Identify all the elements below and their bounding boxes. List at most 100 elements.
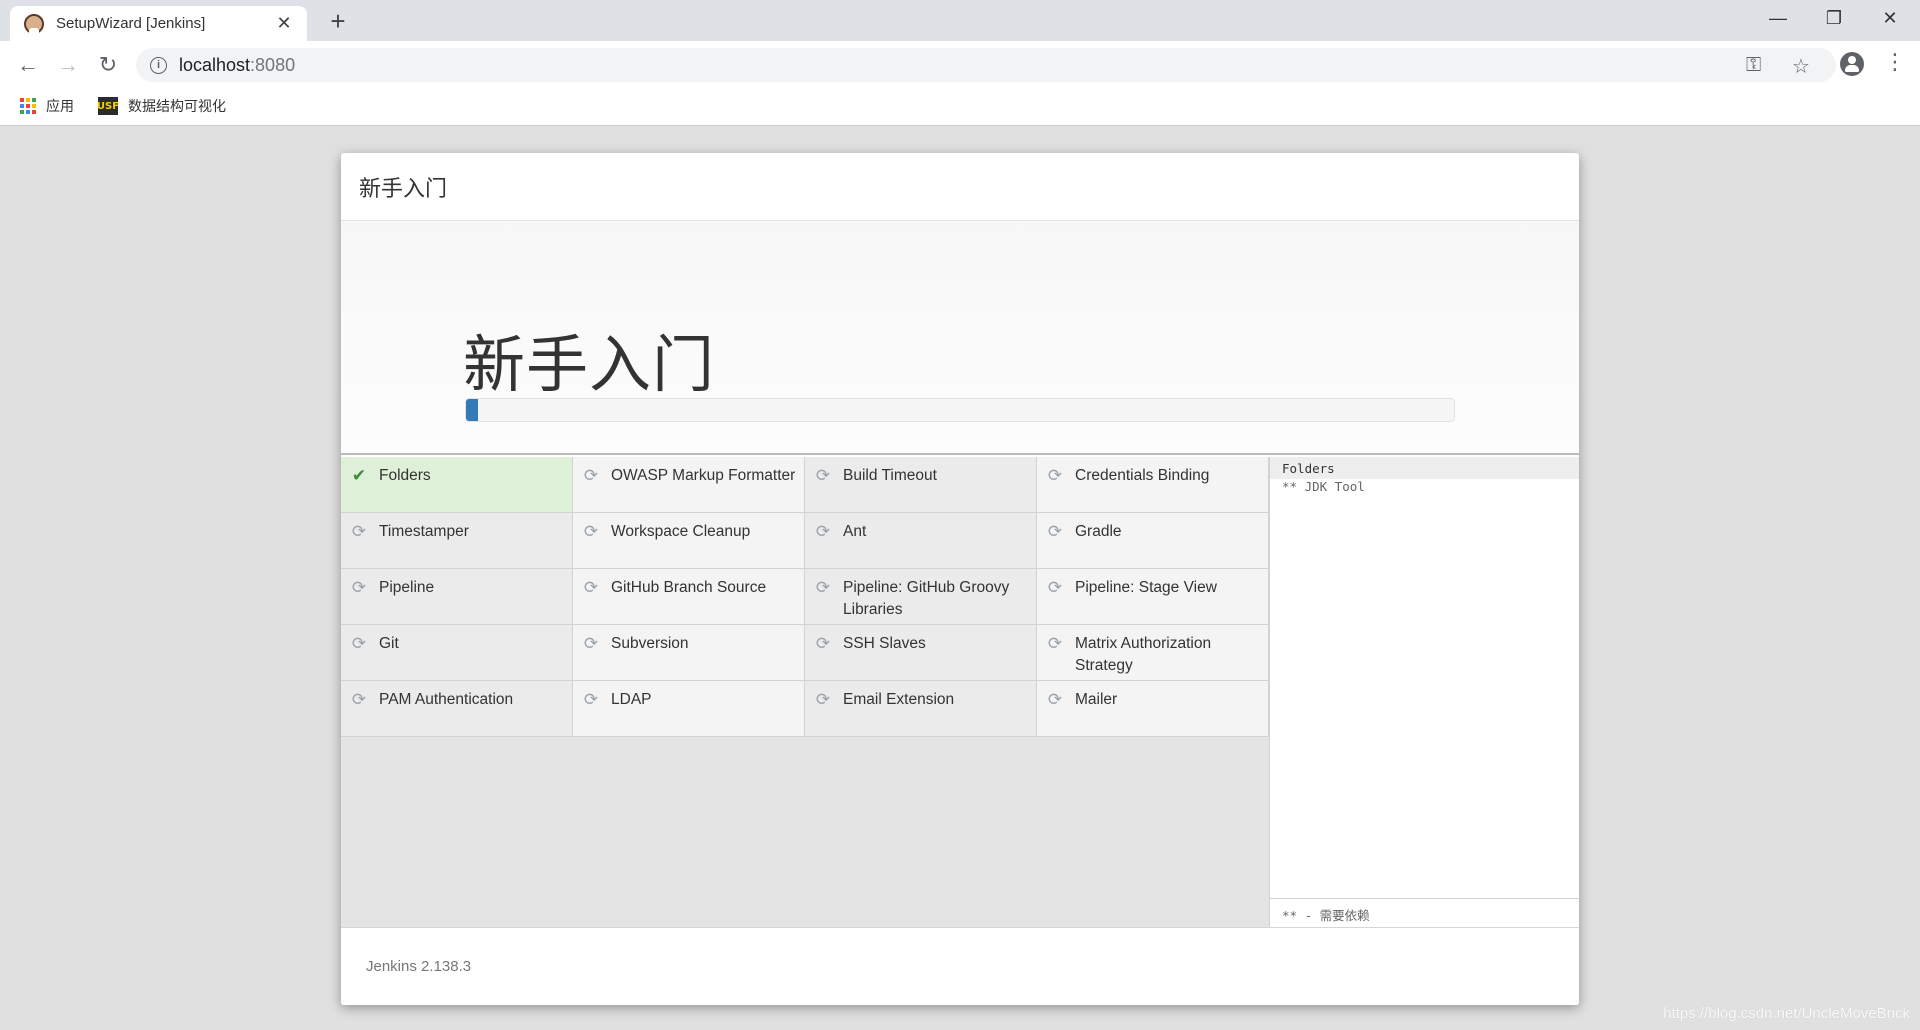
plugin-name: Build Timeout bbox=[843, 467, 937, 484]
install-log-panel: Folders ** JDK Tool ** - 需要依赖 bbox=[1269, 457, 1579, 927]
plugin-item: ⟳ PAM Authentication bbox=[341, 681, 573, 737]
hero-title: 新手入门 bbox=[463, 331, 716, 400]
key-icon[interactable]: ⚿ bbox=[1746, 54, 1761, 77]
plugin-name: Matrix Authorization Strategy bbox=[1075, 635, 1212, 674]
plugin-item: ⟳ Build Timeout bbox=[805, 457, 1037, 513]
restore-icon[interactable]: ❐ bbox=[1806, 0, 1862, 36]
plugin-name: OWASP Markup Formatter bbox=[611, 467, 796, 484]
plugin-item: ⟳ Email Extension bbox=[805, 681, 1037, 737]
log-dependency-line: ** JDK Tool bbox=[1282, 479, 1365, 494]
plugins-area: ✔ Folders ⟳ OWASP Markup Formatter ⟳ Build Ti… bbox=[341, 457, 1579, 927]
plugin-item: ⟳ Gradle bbox=[1037, 513, 1269, 569]
log-legend: ** - 需要依赖 bbox=[1270, 898, 1579, 927]
bookmark-label: 数据结构可视化 bbox=[128, 98, 226, 114]
refresh-icon: ⟳ bbox=[583, 690, 599, 709]
plugin-item: ⟳ SSH Slaves bbox=[805, 625, 1037, 681]
refresh-icon: ⟳ bbox=[351, 578, 367, 597]
usf-icon: USF bbox=[97, 97, 119, 115]
plugin-item: ✔ Folders bbox=[341, 457, 573, 513]
bookmark-apps[interactable]: 应用 bbox=[20, 96, 74, 116]
refresh-icon: ⟳ bbox=[583, 578, 599, 597]
plugin-name: Pipeline bbox=[379, 579, 435, 596]
plugin-item: ⟳ Pipeline bbox=[341, 569, 573, 625]
back-icon[interactable]: ← bbox=[14, 51, 42, 79]
plugin-name: Email Extension bbox=[843, 691, 955, 708]
jenkins-favicon-icon bbox=[24, 13, 44, 34]
refresh-icon: ⟳ bbox=[1047, 690, 1063, 709]
tab-close-icon[interactable]: ✕ bbox=[273, 13, 295, 34]
refresh-icon: ⟳ bbox=[583, 466, 599, 485]
plugin-name: Folders bbox=[379, 467, 431, 484]
url-host: localhost bbox=[179, 54, 251, 75]
install-progress-bar bbox=[465, 398, 1455, 422]
check-icon: ✔ bbox=[351, 466, 367, 485]
close-window-icon[interactable]: ✕ bbox=[1862, 0, 1918, 36]
account-icon[interactable] bbox=[1840, 52, 1864, 76]
plugin-name: Pipeline: GitHub Groovy Libraries bbox=[843, 579, 1010, 618]
refresh-icon: ⟳ bbox=[815, 578, 831, 597]
reload-icon[interactable]: ↻ bbox=[94, 51, 122, 79]
bookmarks-bar: 应用 USF 数据结构可视化 bbox=[0, 88, 1920, 126]
dialog-header: 新手入门 bbox=[341, 153, 1579, 221]
refresh-icon: ⟳ bbox=[1047, 522, 1063, 541]
refresh-icon: ⟳ bbox=[1047, 466, 1063, 485]
address-bar[interactable]: i localhost :8080 ⚿ ☆ bbox=[136, 48, 1836, 82]
refresh-icon: ⟳ bbox=[815, 522, 831, 541]
setup-wizard-dialog: 新手入门 新手入门 ✔ Folders ⟳ OWASP Markup Formatte… bbox=[341, 153, 1579, 1005]
plugin-name: Workspace Cleanup bbox=[611, 523, 751, 540]
apps-grid-icon bbox=[20, 98, 36, 114]
log-current-plugin: Folders bbox=[1270, 457, 1579, 479]
refresh-icon: ⟳ bbox=[815, 466, 831, 485]
plugin-item: ⟳ Pipeline: Stage View bbox=[1037, 569, 1269, 625]
tab-title: SetupWizard [Jenkins] bbox=[56, 15, 206, 32]
refresh-icon: ⟳ bbox=[1047, 634, 1063, 653]
plugin-item: ⟳ Ant bbox=[805, 513, 1037, 569]
bookmark-data-structures[interactable]: USF 数据结构可视化 bbox=[97, 96, 226, 116]
refresh-icon: ⟳ bbox=[1047, 578, 1063, 597]
plugin-name: Timestamper bbox=[379, 523, 469, 540]
plugin-name: PAM Authentication bbox=[379, 691, 514, 708]
plugin-item: ⟳ Subversion bbox=[573, 625, 805, 681]
refresh-icon: ⟳ bbox=[583, 522, 599, 541]
browser-tab[interactable]: SetupWizard [Jenkins] ✕ bbox=[10, 6, 307, 41]
minimize-icon[interactable]: — bbox=[1750, 0, 1806, 36]
site-info-icon[interactable]: i bbox=[150, 56, 167, 74]
plugin-item: ⟳ Timestamper bbox=[341, 513, 573, 569]
plugin-item: ⟳ Pipeline: GitHub Groovy Libraries bbox=[805, 569, 1037, 625]
plugin-name: Ant bbox=[843, 523, 867, 540]
refresh-icon: ⟳ bbox=[351, 522, 367, 541]
plugin-name: Subversion bbox=[611, 635, 689, 652]
jenkins-version: Jenkins 2.138.3 bbox=[366, 958, 472, 975]
watermark: https://blog.csdn.net/UncleMoveBrick bbox=[1663, 1005, 1910, 1022]
progress-fill bbox=[466, 399, 478, 421]
hero-section: 新手入门 bbox=[341, 221, 1579, 455]
forward-icon[interactable]: → bbox=[54, 51, 82, 79]
plugins-grid: ✔ Folders ⟳ OWASP Markup Formatter ⟳ Build Ti… bbox=[341, 457, 1269, 737]
plugin-name: Git bbox=[379, 635, 399, 652]
new-tab-icon[interactable]: + bbox=[324, 8, 352, 34]
plugin-item: ⟳ LDAP bbox=[573, 681, 805, 737]
refresh-icon: ⟳ bbox=[583, 634, 599, 653]
refresh-icon: ⟳ bbox=[815, 690, 831, 709]
menu-icon[interactable]: ⋮ bbox=[1884, 49, 1906, 75]
bookmark-star-icon[interactable]: ☆ bbox=[1792, 54, 1810, 79]
plugin-name: LDAP bbox=[611, 691, 652, 708]
plugin-item: ⟳ Workspace Cleanup bbox=[573, 513, 805, 569]
plugin-name: GitHub Branch Source bbox=[611, 579, 767, 596]
plugin-name: Credentials Binding bbox=[1075, 467, 1210, 484]
tab-strip: SetupWizard [Jenkins] ✕ + — ❐ ✕ bbox=[0, 0, 1920, 41]
plugin-item: ⟳ Credentials Binding bbox=[1037, 457, 1269, 513]
bookmark-label: 应用 bbox=[46, 98, 74, 114]
refresh-icon: ⟳ bbox=[351, 690, 367, 709]
dialog-footer: Jenkins 2.138.3 bbox=[341, 927, 1579, 1005]
dialog-title: 新手入门 bbox=[359, 175, 448, 201]
url-port: :8080 bbox=[250, 54, 296, 75]
plugin-name: Pipeline: Stage View bbox=[1075, 579, 1217, 596]
plugin-item: ⟳ Git bbox=[341, 625, 573, 681]
plugin-name: Gradle bbox=[1075, 523, 1122, 540]
plugin-item: ⟳ Matrix Authorization Strategy bbox=[1037, 625, 1269, 681]
plugin-item: ⟳ Mailer bbox=[1037, 681, 1269, 737]
plugin-item: ⟳ GitHub Branch Source bbox=[573, 569, 805, 625]
plugin-name: Mailer bbox=[1075, 691, 1118, 708]
plugin-item: ⟳ OWASP Markup Formatter bbox=[573, 457, 805, 513]
